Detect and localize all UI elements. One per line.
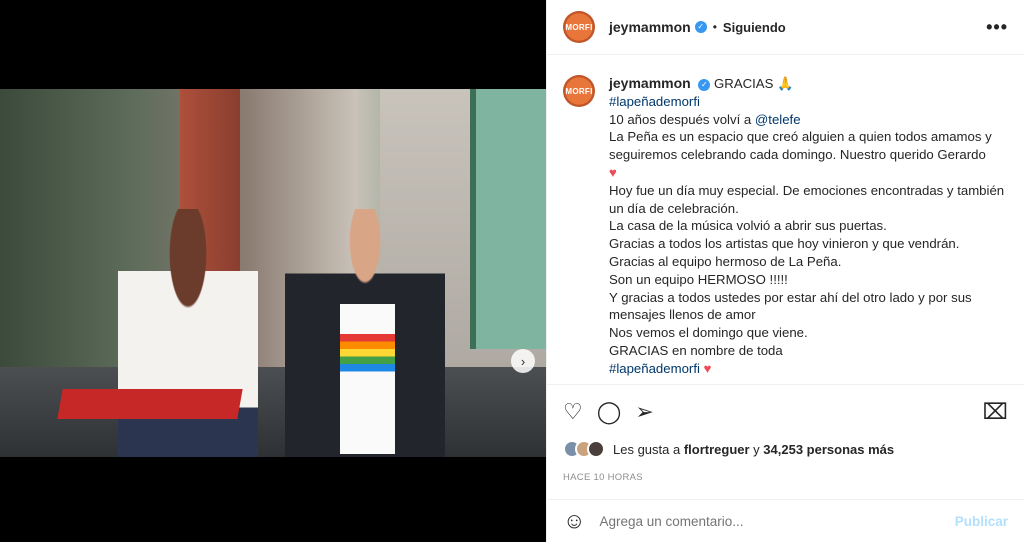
photo-music-stand	[57, 389, 243, 419]
caption-line: Gracias al equipo hermoso de La Peña.	[609, 253, 1008, 271]
comment-bar: ☺ Publicar	[547, 499, 1024, 542]
caption-line: La casa de la música volvió a abrir sus …	[609, 217, 1008, 235]
likes-middle: y	[749, 441, 764, 457]
instagram-post-window: › MORFI jeymammon ✓ • Siguiendo ••• MORF…	[0, 0, 1024, 542]
caption-lines: #lapeñademorfi 10 años después volví a @t…	[609, 93, 1008, 378]
mention-link[interactable]: @telefe	[755, 112, 801, 127]
media-panel: ›	[0, 0, 546, 542]
caption-line: ♥	[609, 164, 1008, 182]
photo-singer-woman	[118, 209, 258, 457]
heart-emoji-icon: ♥	[699, 360, 712, 376]
photo-rainbow-shirt	[340, 304, 395, 454]
caption-section: MORFI jeymammon ✓ GRACIAS 🙏 #lapeñademor…	[547, 55, 1024, 385]
caption-text: La casa de la música volvió a abrir sus …	[609, 218, 887, 234]
caption-text: Hoy fue un día muy especial. De emocione…	[609, 182, 1005, 216]
separator-dot: •	[712, 20, 717, 34]
likes-user-link[interactable]: flortreguer	[684, 442, 750, 457]
heart-emoji-icon: ♥	[609, 164, 617, 180]
caption-line: #lapeñademorfi	[609, 93, 1008, 111]
verified-badge-icon: ✓	[694, 21, 707, 33]
caption-body: jeymammon ✓ GRACIAS 🙏 #lapeñademorfi 10 a…	[609, 75, 1008, 384]
chevron-right-icon: ›	[520, 353, 526, 369]
comment-icon[interactable]: ◯	[597, 399, 622, 425]
more-options-icon[interactable]: •••	[986, 17, 1008, 38]
caption-text: Gracias al equipo hermoso de La Peña.	[609, 253, 842, 269]
likes-text: Les gusta a flortreguer y 34,253 persona…	[613, 442, 894, 457]
publish-button[interactable]: Publicar	[955, 514, 1008, 529]
comment-input[interactable]	[599, 513, 955, 529]
caption-text: Nos vemos el domingo que viene.	[609, 325, 808, 341]
caption-line: GRACIAS en nombre de toda	[609, 342, 1008, 360]
post-side-panel: MORFI jeymammon ✓ • Siguiendo ••• MORFI …	[546, 0, 1024, 542]
caption-text: Y gracias a todos ustedes por estar ahí …	[609, 289, 972, 323]
avatar-text: MORFI	[565, 22, 593, 32]
avatar-text: MORFI	[565, 86, 593, 96]
emoji-icon[interactable]: ☺	[563, 508, 585, 534]
caption-line: Y gracias a todos ustedes por estar ahí …	[609, 289, 1008, 325]
caption-line: 10 años después volví a @telefe	[609, 111, 1008, 129]
hashtag-link[interactable]: #lapeñademorfi	[609, 361, 700, 376]
caption-first-line: jeymammon ✓ GRACIAS 🙏	[609, 75, 1008, 93]
post-timestamp[interactable]: HACE 10 HORAS	[563, 472, 643, 483]
caption-avatar[interactable]: MORFI	[563, 75, 595, 107]
caption-username[interactable]: jeymammon	[609, 75, 691, 91]
heart-icon[interactable]: ♡	[563, 399, 583, 425]
photo-window	[470, 89, 546, 349]
caption-text: Son un equipo HERMOSO !!!!!	[609, 271, 788, 287]
likes-count-link[interactable]: 34,253 personas más	[763, 442, 894, 457]
bookmark-icon[interactable]: ⌧	[983, 399, 1008, 425]
caption-line: Son un equipo HERMOSO !!!!!	[609, 271, 1008, 289]
likes-row: Les gusta a flortreguer y 34,253 persona…	[563, 440, 894, 458]
action-bar: ♡ ◯ ➢ ⌧	[563, 398, 1008, 426]
following-button[interactable]: Siguiendo	[723, 20, 786, 35]
caption-line: Gracias a todos los artistas que hoy vin…	[609, 235, 1008, 253]
caption-text: 10 años después volví a	[609, 111, 755, 127]
caption-line: Nos vemos el domingo que viene.	[609, 324, 1008, 342]
caption-text: GRACIAS en nombre de toda	[609, 342, 783, 358]
caption-text: La Peña es un espacio que creó alguien a…	[609, 129, 992, 163]
post-header: MORFI jeymammon ✓ • Siguiendo •••	[547, 0, 1024, 55]
avatar[interactable]: MORFI	[563, 11, 595, 43]
caption-line: La Peña es un espacio que creó alguien a…	[609, 128, 1008, 164]
verified-badge-icon: ✓	[698, 78, 711, 91]
liker-avatar[interactable]	[587, 440, 605, 458]
hashtag-link[interactable]: #lapeñademorfi	[609, 94, 700, 109]
post-photo[interactable]: ›	[0, 89, 546, 457]
caption-text: Gracias a todos los artistas que hoy vin…	[609, 236, 960, 252]
likes-prefix: Les gusta a	[613, 441, 684, 457]
carousel-next-button[interactable]: ›	[511, 349, 535, 373]
caption-line: Hoy fue un día muy especial. De emocione…	[609, 182, 1008, 218]
caption-line: #lapeñademorfi ♥	[609, 360, 1008, 378]
share-icon[interactable]: ➢	[635, 399, 653, 425]
username-link[interactable]: jeymammon	[609, 19, 691, 35]
caption-first-text: GRACIAS 🙏	[714, 76, 794, 91]
